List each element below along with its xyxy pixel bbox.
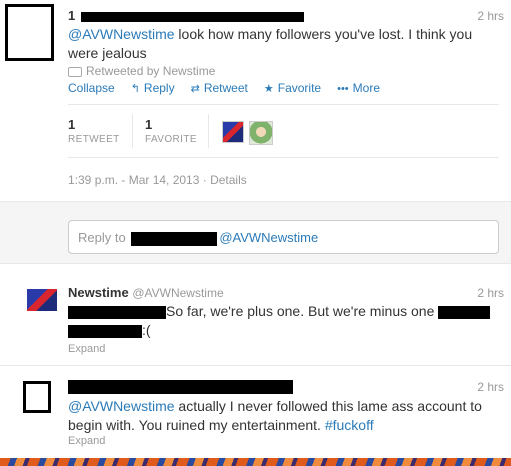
redaction-bar xyxy=(68,324,142,338)
redaction-bar xyxy=(80,11,304,22)
retweet-icon xyxy=(68,66,82,77)
more-dots-icon: ••• xyxy=(337,83,349,95)
tweet-timestamp: 1:39 p.m. - Mar 14, 2013 · Details xyxy=(68,173,247,187)
divider xyxy=(0,365,511,366)
reply-icon: ↰ xyxy=(130,83,140,95)
redaction-bar xyxy=(68,379,293,394)
favorite-button[interactable]: ★ Favorite xyxy=(264,81,321,95)
details-link[interactable]: Details xyxy=(210,173,247,187)
handle[interactable]: @AVWNewstime xyxy=(132,286,223,300)
tweet-time[interactable]: 2 hrs xyxy=(477,286,504,300)
favorite-count-label[interactable]: FAVORITE xyxy=(145,134,197,145)
tweet-time[interactable]: 2 hrs xyxy=(477,9,504,23)
display-name[interactable]: Newstime xyxy=(68,285,129,300)
retweet-button[interactable]: ⇄ Retweet xyxy=(191,81,248,95)
collapse-link[interactable]: Collapse xyxy=(68,81,115,95)
username-redacted[interactable] xyxy=(68,378,293,394)
expand-link[interactable]: Expand xyxy=(68,435,105,447)
mention-link[interactable]: @AVWNewstime xyxy=(68,26,175,42)
retweet-count[interactable]: 1 xyxy=(68,117,75,132)
expand-link[interactable]: Expand xyxy=(68,343,105,355)
redaction-bar xyxy=(68,305,166,319)
retweeted-by[interactable]: Retweeted by Newstime xyxy=(68,64,215,78)
reply-mention: @AVWNewstime xyxy=(219,230,319,245)
star-icon: ★ xyxy=(263,83,274,95)
redaction-bar xyxy=(438,305,491,319)
avatar[interactable] xyxy=(23,381,51,413)
divider xyxy=(68,104,499,105)
mention-link[interactable]: @AVWNewstime xyxy=(68,398,175,414)
favorite-count[interactable]: 1 xyxy=(145,117,152,132)
reply-area: Reply to @AVWNewstime xyxy=(0,201,511,264)
hashtag-link[interactable]: #fuckoff xyxy=(325,417,374,433)
divider xyxy=(132,114,133,148)
retweet-count-label[interactable]: RETWEET xyxy=(68,134,120,145)
more-button[interactable]: ••• More xyxy=(337,81,380,95)
divider xyxy=(68,157,499,158)
tweet-text: So far, we're plus one. But we're minus … xyxy=(68,302,503,321)
avatar[interactable] xyxy=(27,289,57,311)
tweet-header: Newstime @AVWNewstime xyxy=(68,285,224,300)
reply-button[interactable]: ↰ Reply xyxy=(131,81,175,95)
background-banner xyxy=(0,458,511,466)
tweet-text: @AVWNewstime look how many followers you… xyxy=(68,26,473,61)
favoriter-avatar[interactable] xyxy=(249,121,273,145)
tweet-actions: Collapse ↰ Reply ⇄ Retweet ★ Favorite ••• Mo… xyxy=(68,81,380,95)
tweet-text-line2: :( xyxy=(68,321,151,340)
retweeter-avatar[interactable] xyxy=(222,121,244,143)
avatar[interactable] xyxy=(5,4,54,61)
reply-input[interactable]: Reply to @AVWNewstime xyxy=(68,220,499,254)
username-redacted[interactable]: 1 xyxy=(68,8,304,23)
tweet-time[interactable]: 2 hrs xyxy=(477,380,504,394)
redaction-bar xyxy=(131,231,218,246)
tweet-text: @AVWNewstime actually I never followed t… xyxy=(68,398,482,433)
retweet-icon: ⇄ xyxy=(190,83,200,95)
divider xyxy=(208,114,209,148)
